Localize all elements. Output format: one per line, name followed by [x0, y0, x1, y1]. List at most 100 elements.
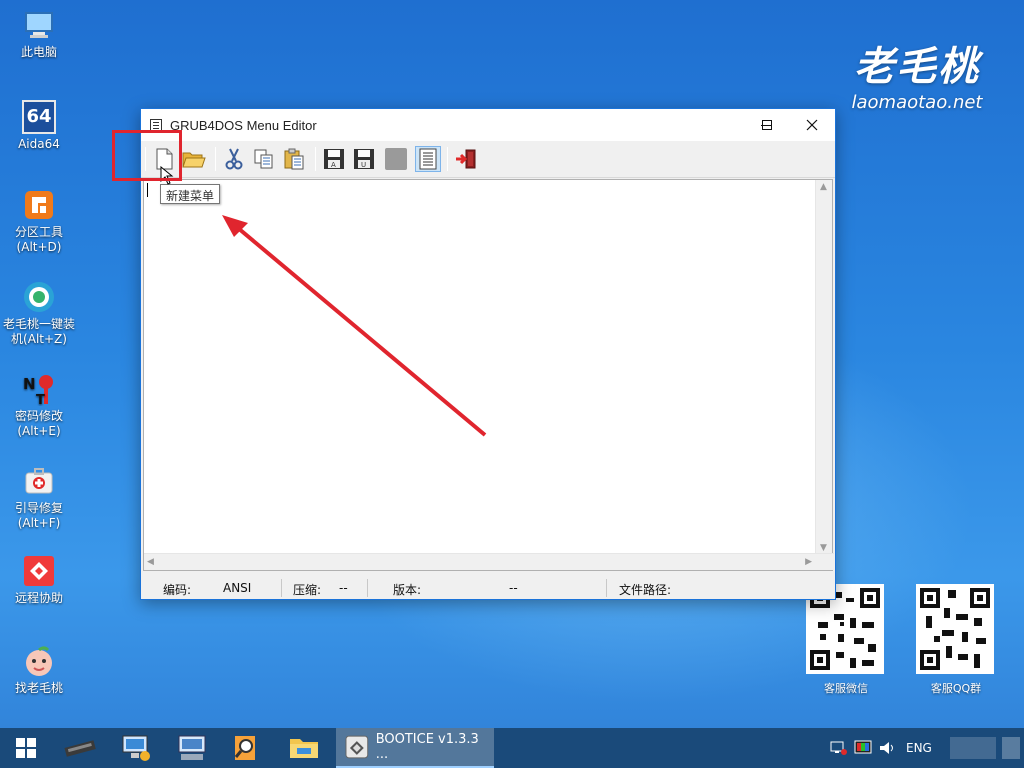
device-manager-icon — [178, 735, 206, 760]
brand-logo: 老毛桃 laomaotao.net — [842, 42, 992, 114]
qr-qq-group: 客服QQ群 — [916, 584, 996, 696]
color-display-icon[interactable] — [854, 740, 872, 756]
desktop-icon-one-click-install[interactable]: 老毛桃一键装 机(Alt+Z) — [0, 280, 78, 347]
start-button[interactable] — [2, 728, 50, 768]
cut-button[interactable] — [221, 146, 247, 172]
taskbar-app-chip-tool[interactable] — [56, 728, 104, 768]
svg-text:A: A — [331, 161, 336, 169]
window-titlebar[interactable]: GRUB4DOS Menu Editor — [141, 109, 835, 141]
toolbar-separator — [215, 147, 216, 171]
annotation-highlight-box — [112, 130, 182, 181]
memory-chip-icon — [64, 740, 96, 757]
peach-icon — [22, 644, 56, 678]
active-task-label: BOOTICE v1.3.3 ... — [375, 732, 479, 762]
scroll-left-icon[interactable]: ◀ — [147, 557, 154, 567]
desktop-icon-remote-assist[interactable]: 远程协助 — [0, 554, 78, 606]
desktop-icon-aida64[interactable]: 64 Aida64 — [0, 100, 78, 152]
qr-wechat: 客服微信 — [806, 584, 886, 696]
desktop-icon-boot-repair[interactable]: 引导修复 (Alt+F) — [0, 464, 78, 531]
paste-button[interactable] — [281, 146, 307, 172]
language-indicator[interactable]: ENG — [906, 741, 932, 755]
speaker-icon[interactable] — [878, 740, 896, 756]
qr-label: 客服微信 — [824, 682, 868, 695]
taskbar-app-search-tool[interactable] — [222, 728, 270, 768]
vertical-scrollbar[interactable]: ▲ ▼ — [815, 180, 832, 555]
key-icon: NT — [22, 372, 56, 408]
close-icon — [806, 119, 818, 131]
brand-url: laomaotao.net — [851, 92, 983, 113]
toolbar-separator — [447, 147, 448, 171]
desktop-icon-find-laomaotao[interactable]: 找老毛桃 — [0, 644, 78, 696]
desktop-icon-label: 老毛桃一键装 机(Alt+Z) — [2, 317, 75, 346]
exit-icon — [456, 149, 476, 169]
view-text-button[interactable] — [415, 146, 441, 172]
magnifier-icon — [234, 736, 255, 760]
scissors-icon — [225, 148, 243, 170]
status-divider — [281, 579, 282, 597]
scroll-down-icon[interactable]: ▼ — [820, 543, 827, 553]
desktop-icon-label: 密码修改 (Alt+E) — [14, 409, 63, 438]
first-aid-icon — [22, 464, 56, 498]
desktop-icon-label: 找老毛桃 — [14, 681, 63, 695]
network-status-icon[interactable] — [830, 740, 848, 756]
remote-assist-icon — [22, 554, 56, 588]
scroll-right-icon[interactable]: ▶ — [805, 557, 812, 567]
open-button[interactable] — [181, 146, 207, 172]
taskbar-app-network[interactable] — [112, 728, 160, 768]
svg-text:U: U — [361, 161, 366, 169]
horizontal-scrollbar[interactable]: ◀ ▶ — [144, 553, 834, 570]
save-unicode-button[interactable]: U — [351, 146, 377, 172]
version-value: -- — [509, 581, 518, 595]
svg-text:N: N — [23, 375, 36, 393]
close-button[interactable] — [789, 109, 835, 141]
taskbar: BOOTICE v1.3.3 ... ENG — [0, 728, 1024, 768]
desktop-icon-this-pc[interactable]: 此电脑 — [0, 8, 78, 60]
install-icon — [22, 280, 56, 314]
toolbar-separator — [315, 147, 316, 171]
compress-label: 压缩: — [293, 583, 322, 597]
svg-text:T: T — [36, 393, 45, 406]
desktop-icon-label: 分区工具 (Alt+D) — [14, 225, 63, 254]
desktop-icon-password-change[interactable]: NT 密码修改 (Alt+E) — [0, 372, 78, 439]
clock-area[interactable] — [949, 737, 996, 759]
status-divider — [367, 579, 368, 597]
computer-icon — [22, 8, 56, 42]
maximize-button[interactable] — [744, 109, 790, 141]
bootice-icon — [345, 735, 369, 759]
status-divider — [606, 579, 607, 597]
toolbar: A U — [141, 141, 835, 178]
qr-code-image — [916, 584, 994, 674]
folder-icon — [290, 739, 318, 758]
desktop-icon-label: 引导修复 (Alt+F) — [14, 501, 63, 530]
scroll-up-icon[interactable]: ▲ — [820, 182, 827, 192]
exit-button[interactable] — [453, 146, 479, 172]
copy-icon — [254, 149, 273, 169]
tooltip-new-menu: 新建菜单 — [160, 184, 220, 204]
annotation-arrow — [222, 215, 487, 437]
text-document-icon — [419, 148, 437, 170]
save-u-icon: U — [354, 149, 374, 169]
aida64-badge: 64 — [26, 106, 52, 127]
encoding-label: 编码: — [163, 583, 192, 597]
qr-label: 客服QQ群 — [930, 682, 982, 695]
brand-name: 老毛桃 — [854, 43, 980, 90]
copy-button[interactable] — [251, 146, 277, 172]
desktop-icon-label: 远程协助 — [14, 591, 63, 605]
maximize-icon — [762, 120, 772, 130]
show-desktop-button[interactable] — [1001, 737, 1020, 759]
save-ansi-button[interactable]: A — [321, 146, 347, 172]
taskbar-app-file-explorer[interactable] — [280, 728, 328, 768]
taskbar-app-device-manager[interactable] — [168, 728, 216, 768]
taskbar-active-bootice[interactable]: BOOTICE v1.3.3 ... — [336, 728, 494, 768]
text-cursor — [147, 183, 148, 197]
disabled-button — [383, 146, 409, 172]
network-computer-icon — [122, 735, 150, 761]
windows-icon — [16, 738, 36, 758]
disabled-icon — [385, 148, 407, 170]
partition-tool-icon — [22, 188, 56, 222]
window-title: GRUB4DOS Menu Editor — [170, 117, 317, 133]
system-tray: ENG — [830, 728, 1020, 768]
paste-icon — [284, 148, 304, 170]
desktop-icon-partition-tool[interactable]: 分区工具 (Alt+D) — [0, 188, 78, 255]
compress-value: -- — [339, 581, 348, 595]
